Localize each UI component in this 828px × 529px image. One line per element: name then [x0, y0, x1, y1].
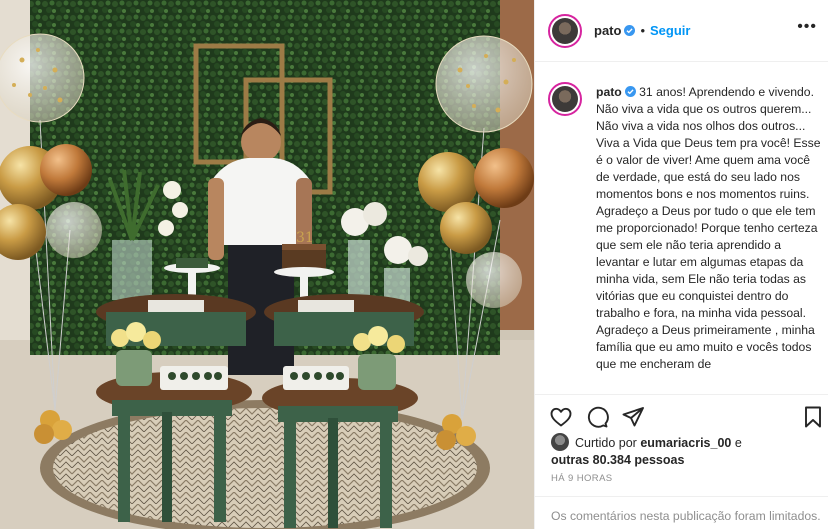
- comment-icon[interactable]: [585, 405, 609, 429]
- caption-area[interactable]: pato 31 anos! Aprendendo e vivendo. Não …: [535, 74, 828, 386]
- heart-icon[interactable]: [549, 405, 573, 429]
- post-header: pato • Seguir •••: [535, 0, 828, 62]
- liker-avatar[interactable]: [551, 433, 569, 451]
- action-bar: [535, 394, 828, 438]
- more-options-icon[interactable]: •••: [797, 19, 817, 35]
- paper-plane-icon[interactable]: [621, 405, 645, 429]
- verified-badge-icon: [624, 86, 636, 97]
- liked-by-user[interactable]: eumariacris_00: [640, 436, 731, 450]
- post-side-panel: pato • Seguir ••• pato 31 anos! Aprenden…: [534, 0, 828, 529]
- likes-prefix: Curtido por: [575, 436, 641, 450]
- likes-middle: e: [731, 436, 742, 450]
- bookmark-icon[interactable]: [801, 405, 825, 429]
- comments-limited-notice: Os comentários nesta publicação foram li…: [535, 496, 828, 529]
- verified-badge-icon: [624, 25, 636, 36]
- birthday-party-photo: 31: [0, 0, 534, 529]
- caption-avatar[interactable]: [548, 82, 582, 116]
- post-timestamp[interactable]: HÁ 9 HORAS: [551, 473, 613, 484]
- avatar[interactable]: [548, 13, 582, 48]
- likes-others-link[interactable]: outras 80.384 pessoas: [551, 453, 684, 467]
- username-link[interactable]: pato: [594, 23, 621, 38]
- svg-text:31: 31: [296, 230, 314, 246]
- follow-button[interactable]: Seguir: [650, 23, 690, 38]
- caption-username[interactable]: pato: [596, 85, 622, 99]
- caption-body: 31 anos! Aprendendo e vivendo. Não viva …: [596, 85, 824, 371]
- separator-dot: •: [640, 23, 646, 38]
- post-photo[interactable]: 31: [0, 0, 534, 529]
- caption: pato 31 anos! Aprendendo e vivendo. Não …: [596, 84, 826, 373]
- likes-summary: Curtido por eumariacris_00 e outras 80.3…: [551, 433, 821, 469]
